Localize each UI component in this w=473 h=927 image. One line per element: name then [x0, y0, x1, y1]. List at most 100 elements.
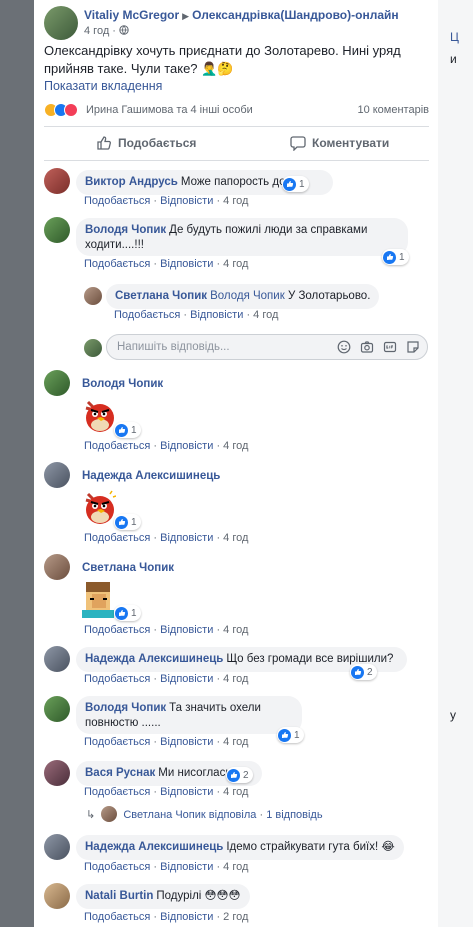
comment-like-link[interactable]: Подобається	[114, 309, 180, 321]
angry-bird-sticker-icon[interactable]	[80, 486, 116, 526]
emoji-icon[interactable]	[337, 340, 351, 354]
comment-like-link[interactable]: Подобається	[84, 861, 150, 873]
avatar[interactable]	[44, 646, 70, 672]
avatar[interactable]	[44, 462, 70, 488]
comment-reply-link[interactable]: Відповісти	[160, 911, 213, 923]
comment-author[interactable]: Вася Руснак	[85, 767, 155, 779]
comment-like-link[interactable]: Подобається	[84, 736, 150, 748]
show-attachments-link[interactable]: Показати вкладення	[44, 79, 162, 93]
reply-input[interactable]: Напишіть відповідь...	[106, 334, 428, 360]
comment-reply-link[interactable]: Відповісти	[160, 673, 213, 685]
comment-author[interactable]: Володя Чопик	[85, 702, 166, 714]
view-replies-link[interactable]: ↳ Светлана Чопик відповіла · 1 відповідь	[86, 806, 323, 822]
comment-reply-link[interactable]: Відповісти	[160, 786, 213, 798]
comment-time[interactable]: 4 год	[223, 440, 248, 452]
avatar[interactable]	[44, 834, 70, 860]
dot: ·	[153, 532, 158, 544]
facepalm-sticker-icon[interactable]	[80, 578, 116, 618]
comment-author[interactable]: Володя Чопик	[82, 378, 163, 390]
group-link[interactable]: Олександрівка(Шандрово)-онлайн	[192, 8, 399, 22]
like-icon	[278, 728, 291, 742]
like-count-badge[interactable]: 2	[350, 664, 377, 680]
comment-like-link[interactable]: Подобається	[84, 195, 150, 207]
sticker-icon[interactable]	[406, 340, 420, 354]
comment-reply-link[interactable]: Відповісти	[160, 195, 213, 207]
comment-reply-link[interactable]: Відповісти	[160, 624, 213, 636]
like-label: Подобається	[118, 136, 197, 150]
comment-like-link[interactable]: Подобається	[84, 911, 150, 923]
avatar[interactable]	[44, 760, 70, 786]
comment-time[interactable]: 2 год	[223, 911, 248, 923]
comment-time[interactable]: 4 год	[253, 309, 278, 321]
like-count-badge[interactable]: 1	[114, 422, 141, 438]
comment-author[interactable]: Виктор Андрусь	[85, 176, 178, 188]
comment-like-link[interactable]: Подобається	[84, 532, 150, 544]
comments-count[interactable]: 10 коментарів	[357, 104, 429, 116]
comment-button[interactable]: Коментувати	[290, 130, 389, 156]
background-left-panel	[0, 0, 34, 927]
comment-reply-link[interactable]: Відповісти	[160, 861, 213, 873]
love-reaction-icon	[64, 103, 78, 117]
comment-author[interactable]: Надежда Алексишинець	[85, 841, 223, 853]
avatar[interactable]	[44, 883, 70, 909]
like-count-badge[interactable]: 2	[226, 767, 253, 783]
gif-icon[interactable]	[383, 340, 397, 354]
like-count-badge[interactable]: 1	[277, 727, 304, 743]
globe-icon	[119, 25, 129, 35]
comment-reply-link[interactable]: Відповісти	[160, 258, 213, 270]
comment-author[interactable]: Надежда Алексишинець	[85, 653, 223, 665]
dot: ·	[153, 624, 158, 636]
comment-bubble: Володя Чопик Де будуть пожилі люди за спр…	[76, 218, 408, 256]
comment-reply-link[interactable]: Відповісти	[160, 736, 213, 748]
angry-bird-sticker-icon[interactable]	[80, 394, 116, 434]
comment-like-link[interactable]: Подобається	[84, 786, 150, 798]
comment-author[interactable]: Светлана Чопик	[82, 562, 174, 574]
comment-author[interactable]: Володя Чопик	[85, 224, 166, 236]
post-author-link[interactable]: Vitaliy McGregor	[84, 8, 179, 22]
like-count-badge[interactable]: 1	[382, 249, 409, 265]
comment-time[interactable]: 4 год	[223, 736, 248, 748]
comment-time[interactable]: 4 год	[223, 624, 248, 636]
avatar[interactable]	[44, 696, 70, 722]
comment-author[interactable]: Надежда Алексишинець	[82, 470, 220, 482]
comment-time[interactable]: 4 год	[223, 532, 248, 544]
reactions-bar[interactable]: Ирина Гашимова та 4 інші особи 10 комент…	[44, 103, 429, 119]
comment-author[interactable]: Natali Burtin	[85, 890, 153, 902]
like-count: 1	[131, 424, 137, 436]
comment-reply-link[interactable]: Відповісти	[160, 440, 213, 452]
like-count-badge[interactable]: 1	[114, 605, 141, 621]
post-time[interactable]: 4 год	[84, 25, 109, 37]
background-right-panel: Ц и у	[438, 0, 473, 927]
comment-time[interactable]: 4 год	[223, 195, 248, 207]
like-icon	[227, 768, 240, 782]
comment-time[interactable]: 4 год	[223, 258, 248, 270]
comment-author[interactable]: Светлана Чопик	[115, 290, 207, 302]
comment-links: Подобається · Відповісти · 4 год	[84, 673, 248, 685]
avatar[interactable]	[44, 217, 70, 243]
comment-reply-link[interactable]: Відповісти	[190, 309, 243, 321]
like-count-badge[interactable]: 1	[114, 514, 141, 530]
author-avatar[interactable]	[44, 6, 78, 40]
like-button[interactable]: Подобається	[96, 130, 196, 156]
comment-links: Подобається · Відповісти · 4 год	[84, 195, 248, 207]
reactions-names[interactable]: Ирина Гашимова та 4 інші особи	[86, 104, 253, 116]
avatar[interactable]	[44, 554, 70, 580]
comment-mention[interactable]: Володя Чопик	[210, 290, 285, 302]
like-count: 1	[299, 178, 305, 190]
comment-time[interactable]: 4 год	[223, 673, 248, 685]
comment-time[interactable]: 4 год	[223, 786, 248, 798]
avatar[interactable]	[44, 168, 70, 194]
replies-count: 1 відповідь	[266, 809, 323, 821]
comment-like-link[interactable]: Подобається	[84, 258, 150, 270]
comment-like-link[interactable]: Подобається	[84, 440, 150, 452]
comment-time[interactable]: 4 год	[223, 861, 248, 873]
camera-icon[interactable]	[360, 340, 374, 354]
comment-like-link[interactable]: Подобається	[84, 673, 150, 685]
avatar[interactable]	[44, 370, 70, 396]
dot: ·	[153, 736, 158, 748]
comment-reply-link[interactable]: Відповісти	[160, 532, 213, 544]
avatar[interactable]	[84, 287, 102, 305]
like-count: 1	[294, 729, 300, 741]
comment-like-link[interactable]: Подобається	[84, 624, 150, 636]
like-count-badge[interactable]: 1	[282, 176, 309, 192]
